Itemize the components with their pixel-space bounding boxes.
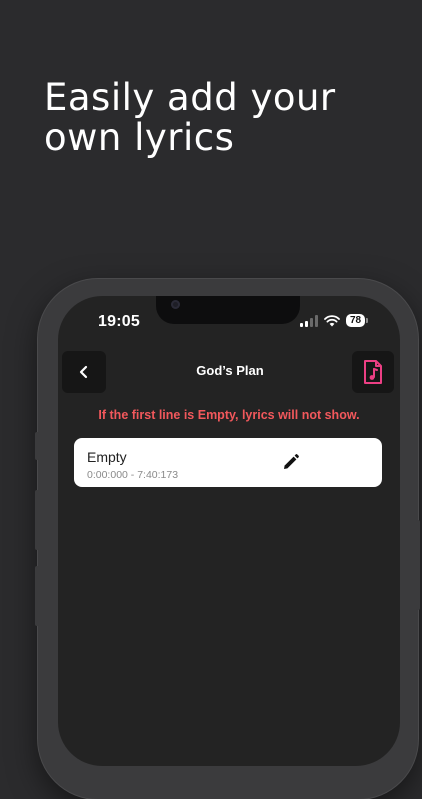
phone-side-button-mute (35, 432, 39, 460)
promo-headline: Easily add your own lyrics (44, 78, 404, 158)
headline-line-2: own lyrics (44, 116, 235, 159)
empty-line-warning: If the first line is Empty, lyrics will … (98, 408, 360, 422)
wifi-icon (324, 314, 340, 326)
lyric-text: Empty (87, 449, 127, 465)
edit-lyric-button[interactable] (280, 451, 302, 473)
lyric-time-range: 0:00:000 - 7:40:173 (87, 469, 179, 481)
music-file-icon (364, 360, 382, 384)
phone-side-button-volume-up (35, 490, 39, 550)
page-title: God’s Plan (196, 363, 264, 378)
chevron-left-icon (79, 365, 88, 379)
status-indicators: 78 (300, 314, 369, 327)
phone-side-button-power (416, 520, 420, 610)
pencil-icon (284, 454, 299, 469)
lyrics-file-button[interactable] (352, 351, 394, 393)
cellular-signal-icon (300, 314, 318, 327)
status-time: 19:05 (98, 313, 140, 330)
front-camera (171, 300, 180, 309)
back-button[interactable] (62, 351, 106, 393)
headline-line-1: Easily add your (44, 76, 336, 119)
phone-side-button-volume-down (35, 566, 39, 626)
lyric-line-item[interactable]: Empty 0:00:000 - 7:40:173 (74, 438, 382, 487)
battery-icon: 78 (346, 314, 369, 327)
